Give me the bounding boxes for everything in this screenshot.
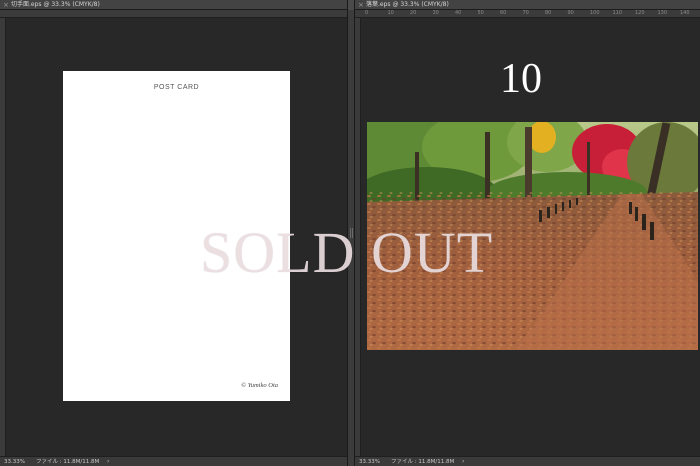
ruler-tick-label: 90 — [567, 10, 574, 16]
ruler-tick-label: 130 — [657, 10, 668, 16]
close-icon[interactable]: × — [358, 0, 364, 10]
vertical-ruler — [0, 18, 6, 456]
close-icon[interactable]: × — [3, 0, 9, 10]
copyright-text: © Yumiko Ota — [241, 382, 278, 389]
ruler-tick-label: 110 — [612, 10, 623, 16]
left-document-tab[interactable]: × 切手面.eps @ 33.3% (CMYK/8) — [0, 0, 347, 10]
file-info: ファイル : 11.8M/11.8M — [36, 459, 100, 465]
ruler-tick-label: 70 — [522, 10, 529, 16]
ruler-tick-label: 10 — [387, 10, 394, 16]
ruler-tick-label: 20 — [410, 10, 417, 16]
file-info: ファイル : 11.8M/11.8M — [391, 459, 455, 465]
ruler-tick-label: 120 — [635, 10, 645, 16]
ruler-tick-label: 0 — [365, 10, 369, 16]
ruler-tick-label: 30 — [432, 10, 439, 16]
ruler-tick-label: 40 — [455, 10, 462, 16]
zoom-level[interactable]: 33.33% — [4, 457, 25, 466]
horizontal-ruler — [0, 10, 347, 18]
right-document-title: 落葉.eps @ 33.3% (CMYK/8) — [366, 1, 449, 8]
left-status-bar: 33.33% ファイル : 11.8M/11.8M › — [0, 456, 347, 466]
right-document-tab[interactable]: × 落葉.eps @ 33.3% (CMYK/8) — [355, 0, 700, 10]
status-menu-arrow-icon[interactable]: › — [107, 457, 109, 466]
zoom-level[interactable]: 33.33% — [359, 457, 380, 466]
ruler-tick-label: 140 — [680, 10, 690, 16]
postcard-title: POST CARD — [153, 84, 200, 91]
status-menu-arrow-icon[interactable]: › — [462, 457, 464, 466]
ruler-tick-label: 60 — [500, 10, 507, 16]
ruler-tick-label: 50 — [477, 10, 484, 16]
ruler-tick-label: 100 — [590, 10, 600, 16]
horizontal-ruler: 0 10 20 30 40 50 60 70 80 90 100 110 120 130 140 — [355, 10, 700, 18]
right-status-bar: 33.33% ファイル : 11.8M/11.8M › — [355, 456, 700, 466]
photo-number-label: 10 — [500, 56, 542, 102]
divider-tab-strip — [348, 0, 354, 10]
sold-out-overlay: SOLD OUT — [200, 220, 494, 285]
left-document-title: 切手面.eps @ 33.3% (CMYK/8) — [11, 1, 100, 8]
ruler-tick-label: 80 — [545, 10, 552, 16]
